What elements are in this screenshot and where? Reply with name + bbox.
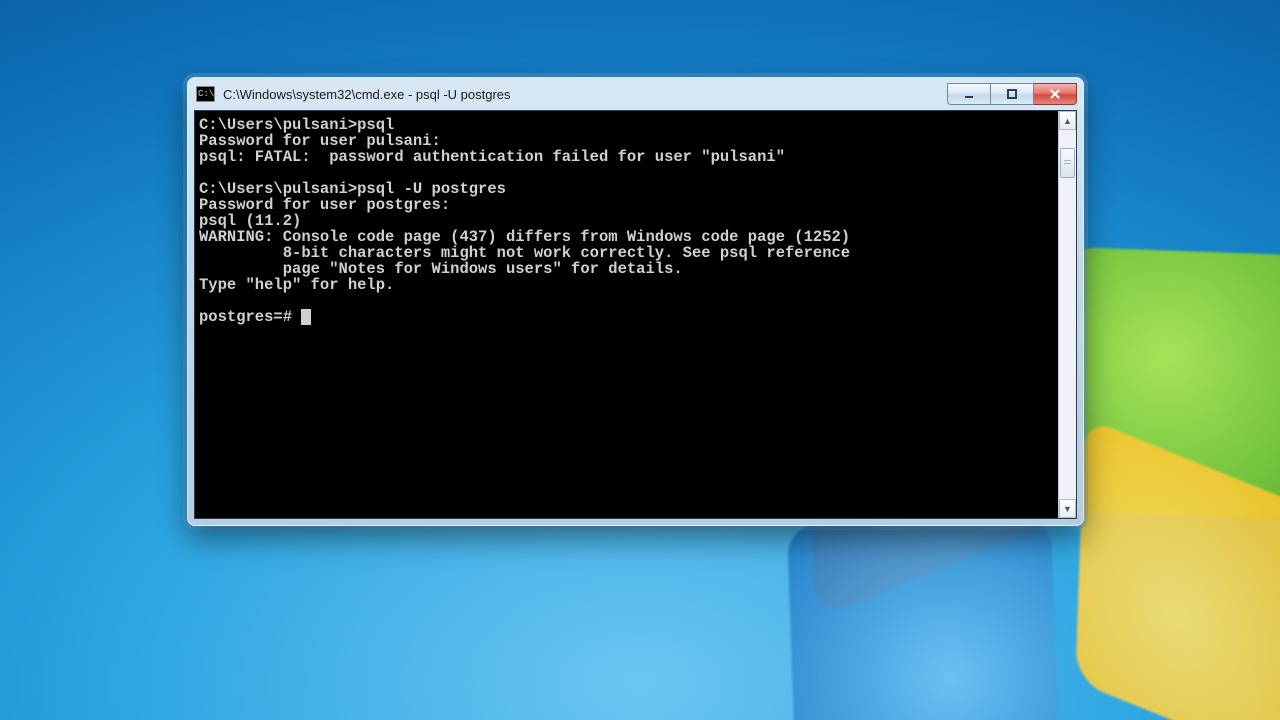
scroll-thumb[interactable] (1060, 148, 1075, 178)
maximize-button[interactable] (991, 83, 1034, 105)
scroll-track[interactable] (1059, 130, 1076, 499)
close-button[interactable] (1034, 83, 1077, 105)
cmd-icon: C:\. (196, 86, 215, 102)
terminal-output[interactable]: C:\Users\pulsani>psql Password for user … (195, 111, 1058, 518)
terminal-cursor (301, 309, 311, 325)
cmd-window: C:\. C:\Windows\system32\cmd.exe - psql … (187, 77, 1084, 526)
scroll-up-button[interactable]: ▲ (1059, 111, 1076, 130)
vertical-scrollbar[interactable]: ▲ ▼ (1058, 111, 1076, 518)
scroll-down-button[interactable]: ▼ (1059, 499, 1076, 518)
titlebar[interactable]: C:\. C:\Windows\system32\cmd.exe - psql … (188, 78, 1083, 110)
window-title: C:\Windows\system32\cmd.exe - psql -U po… (223, 87, 939, 102)
client-area: C:\Users\pulsani>psql Password for user … (194, 110, 1077, 519)
minimize-button[interactable] (947, 83, 991, 105)
